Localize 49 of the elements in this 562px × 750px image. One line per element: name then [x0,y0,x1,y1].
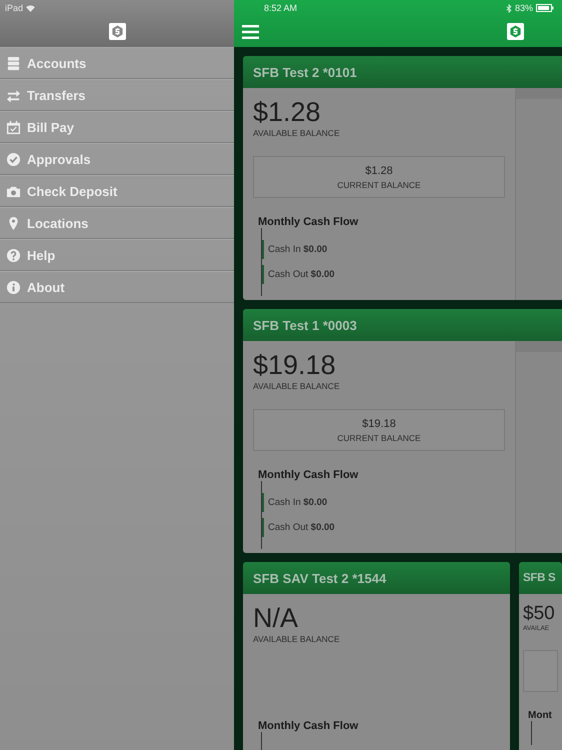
wifi-icon [26,4,36,12]
bluetooth-icon [506,4,512,12]
cash-out-line: Cash Out $0.00 [262,265,505,284]
battery-icon [536,4,554,12]
cash-flow-title: Mont [528,710,552,721]
bank-logo-icon [507,23,524,40]
account-card[interactable]: SFB SAV Test 2 *1544 N/A AVAILABLE BALANCE Monthly Cash Flow [243,562,510,750]
status-time: 8:52 AM [264,3,298,13]
account-card[interactable]: SFB Test 1 *0003 $19.18 AVAILABLE BALANCE $19.18 CURRENT BALANCE Monthly Cash Flow Cash In $0.00 Cash Out $0.00 [243,309,562,553]
menu-item[interactable]: Accounts [0,47,234,79]
battery-percent: 83% [514,3,533,13]
current-label: CURRENT BALANCE [337,432,421,442]
check-badge-icon [6,152,21,166]
available-label: AVAILABLE BALANCE [253,381,341,391]
available-amount: $19.18 [253,350,336,381]
account-name: SFB Test 1 *0003 [243,309,562,341]
menu-item[interactable]: About [0,271,234,303]
current-label: CURRENT BALANCE [337,180,421,190]
cash-in-line: Cash In $0.00 [262,240,505,259]
cash-out-line: Cash Out $0.00 [262,518,505,537]
available-label: AVAILABLE BALANCE [253,128,341,138]
menu-item[interactable]: Bill Pay [0,111,234,143]
info-icon [6,280,21,294]
cabinet-icon [6,56,21,70]
swap-arrows-icon [6,88,21,102]
menu-item[interactable]: Check Deposit [0,175,234,207]
menu-item[interactable]: Locations [0,207,234,239]
menu-item[interactable]: Transfers [0,79,234,111]
account-name: SFB Test 2 *0101 [243,56,562,88]
bank-logo-icon [108,23,126,40]
account-card[interactable]: SFB Test 2 *0101 $1.28 AVAILABLE BALANCE $1.28 CURRENT BALANCE Monthly Cash Flow Cash In $0.00 Cash Out $0.00 [243,56,562,300]
cash-flow-title: Monthly Cash Flow [258,469,358,481]
menu-item[interactable]: Help [0,239,234,271]
available-label: AVAILABLE BALANCE [253,634,341,644]
calendar-check-icon [6,120,21,134]
help-icon [6,248,21,262]
account-name: SFB S [519,562,562,594]
account-name: SFB SAV Test 2 *1544 [243,562,510,594]
available-amount: N/A [253,603,298,634]
cash-flow-title: Monthly Cash Flow [258,216,358,228]
cash-in-line: Cash In $0.00 [262,493,505,512]
menu-item[interactable]: Approvals [0,143,234,175]
current-amount: $19.18 [362,418,396,430]
menu-icon[interactable] [242,24,259,38]
carrier-label: iPad [5,3,24,13]
cash-flow-title: Monthly Cash Flow [258,720,358,732]
available-amount: $50 [523,603,555,625]
current-amount: $1.28 [365,164,393,176]
available-amount: $1.28 [253,97,321,128]
